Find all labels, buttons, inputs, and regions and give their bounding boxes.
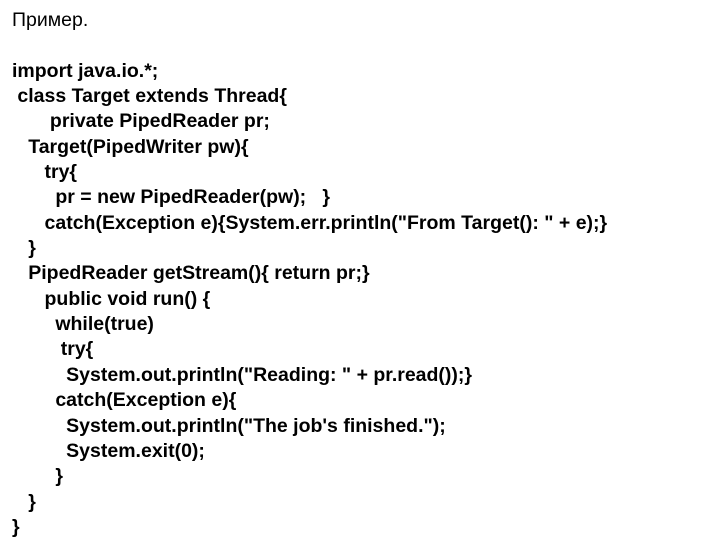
code-line: while(true) <box>12 313 154 335</box>
code-line: } <box>12 516 20 538</box>
code-line: Target(PipedWriter pw){ <box>12 136 249 158</box>
code-line: catch(Exception e){System.err.println("F… <box>12 212 607 234</box>
code-line: import java.io.*; <box>12 60 158 82</box>
code-line: PipedReader getStream(){ return pr;} <box>12 262 370 284</box>
code-line: catch(Exception e){ <box>12 389 236 411</box>
code-line: } <box>12 237 36 259</box>
code-line: class Target extends Thread{ <box>12 85 287 107</box>
code-line: pr = new PipedReader(pw); } <box>12 186 330 208</box>
code-line: try{ <box>12 161 77 183</box>
code-line: System.out.println("Reading: " + pr.read… <box>12 364 472 386</box>
code-line: } <box>12 491 36 513</box>
code-block: import java.io.*; class Target extends T… <box>12 33 708 540</box>
example-heading: Пример. <box>12 8 708 33</box>
code-line: private PipedReader pr; <box>12 110 270 132</box>
code-line: System.exit(0); <box>12 440 205 462</box>
code-line: } <box>12 465 63 487</box>
code-line: System.out.println("The job's finished."… <box>12 415 446 437</box>
code-line: public void run() { <box>12 288 210 310</box>
code-line: try{ <box>12 338 93 360</box>
